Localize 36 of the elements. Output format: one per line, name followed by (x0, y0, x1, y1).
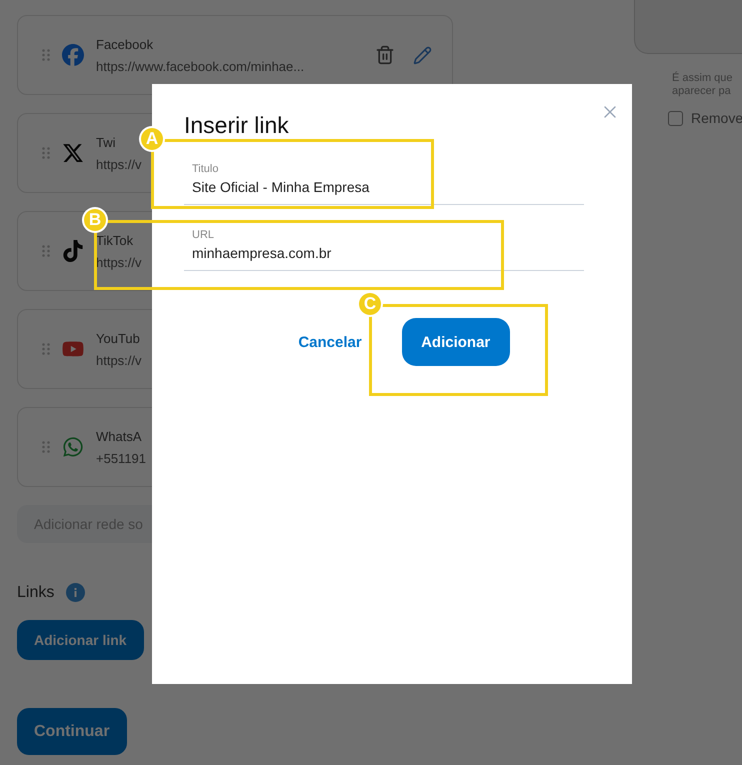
field-label: Titulo (192, 163, 220, 175)
edit-icon[interactable] (413, 46, 432, 64)
field-label: URL (192, 229, 216, 241)
add-link-button[interactable]: Adicionar link (17, 620, 144, 660)
social-link-url: +551191 (96, 450, 146, 466)
info-icon[interactable] (66, 583, 86, 602)
social-link-url: https://v (96, 156, 142, 172)
whatsapp-icon (62, 436, 84, 458)
social-link-url: https://v (96, 352, 142, 368)
social-network-name: Facebook (96, 36, 154, 52)
callout-label: A (141, 128, 163, 150)
social-network-name: YouTub (96, 330, 140, 346)
social-network-name: TikTok (96, 232, 134, 248)
facebook-icon (62, 44, 84, 66)
social-link-url: https://v (96, 254, 142, 270)
drag-handle-icon[interactable] (42, 245, 50, 257)
tiktok-icon (62, 240, 84, 262)
drag-handle-icon[interactable] (42, 147, 50, 159)
checkbox[interactable] (668, 110, 683, 126)
text-field[interactable]: minhaempresa.com.br (192, 245, 576, 261)
drag-handle-icon[interactable] (42, 343, 50, 355)
delete-icon[interactable] (375, 45, 395, 65)
dialog-title: Inserir link (184, 112, 289, 139)
text-field[interactable]: Site Oficial - Minha Empresa (192, 179, 576, 195)
callout-label: B (84, 209, 106, 231)
x-icon (62, 142, 84, 164)
cancel-button[interactable]: Cancelar (298, 334, 362, 350)
social-network-name: Twi (96, 134, 116, 150)
add-button[interactable]: Adicionar (402, 318, 510, 366)
links-heading: Links (17, 584, 54, 602)
drag-handle-icon[interactable] (42, 49, 50, 61)
social-link-url: https://www.facebook.com/minhae... (96, 58, 304, 74)
drag-handle-icon[interactable] (42, 441, 50, 453)
continue-button[interactable]: Continuar (17, 708, 127, 755)
callout-label: C (359, 293, 381, 315)
social-network-name: WhatsA (96, 428, 142, 444)
